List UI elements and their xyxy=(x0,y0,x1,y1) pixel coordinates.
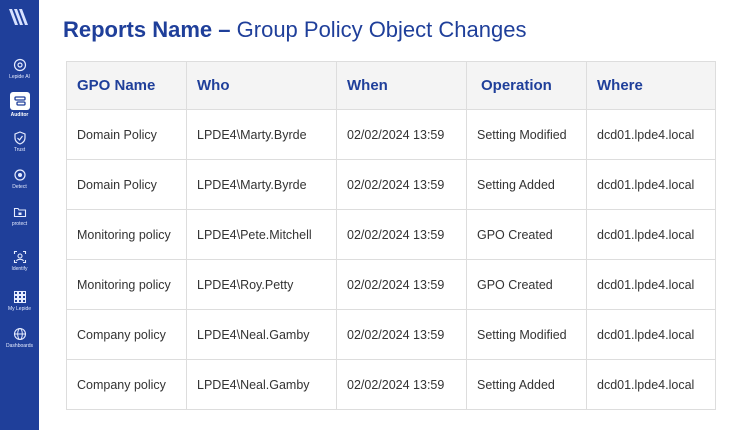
sidebar-item-dashboards[interactable]: Dashboards xyxy=(0,327,39,349)
cell-when: 02/02/2024 13:59 xyxy=(336,359,467,410)
sidebar-item-my-lepide[interactable]: My Lepide xyxy=(0,290,39,312)
cell-when: 02/02/2024 13:59 xyxy=(336,309,467,360)
cell-operation: Setting Added xyxy=(466,359,587,410)
column-header-gpo-name[interactable]: GPO Name xyxy=(66,61,187,110)
shield-icon xyxy=(13,131,26,145)
cell-operation: GPO Created xyxy=(466,259,587,310)
cell-where: dcd01.lpde4.local xyxy=(586,209,716,260)
cell-who: LPDE4\Marty.Byrde xyxy=(186,159,337,210)
cell-when: 02/02/2024 13:59 xyxy=(336,159,467,210)
report-title: Group Policy Object Changes xyxy=(236,17,527,42)
cell-gpo-name: Domain Policy xyxy=(66,159,187,210)
cell-when: 02/02/2024 13:59 xyxy=(336,259,467,310)
sidebar-item-trust[interactable]: Trust xyxy=(0,131,39,153)
globe-icon xyxy=(13,327,26,341)
cell-operation: Setting Added xyxy=(466,159,587,210)
sidebar-item-label: Detect xyxy=(12,184,27,190)
sidebar-item-label: My Lepide xyxy=(7,306,32,312)
ai-icon xyxy=(13,58,26,72)
cell-operation: GPO Created xyxy=(466,209,587,260)
column-header-where[interactable]: Where xyxy=(586,61,716,110)
cell-where: dcd01.lpde4.local xyxy=(586,309,716,360)
cell-who: LPDE4\Pete.Mitchell xyxy=(186,209,337,260)
cell-when: 02/02/2024 13:59 xyxy=(336,109,467,160)
table-header-row: GPO Name Who When Operation Where xyxy=(66,61,716,110)
cell-who: LPDE4\Roy.Petty xyxy=(186,259,337,310)
cell-where: dcd01.lpde4.local xyxy=(586,109,716,160)
cell-gpo-name: Company policy xyxy=(66,359,187,410)
auditor-icon xyxy=(13,96,26,106)
column-header-when[interactable]: When xyxy=(336,61,467,110)
cell-gpo-name: Domain Policy xyxy=(66,109,187,160)
detect-icon xyxy=(13,169,26,181)
cell-where: dcd01.lpde4.local xyxy=(586,359,716,410)
sidebar-item-detect[interactable]: Detect xyxy=(0,168,39,190)
sidebar-item-label: Auditor xyxy=(10,112,29,118)
column-header-operation[interactable]: Operation xyxy=(466,61,587,110)
sidebar: Lepide AI Auditor Trust Detect protect I… xyxy=(0,0,39,430)
table-row[interactable]: Domain Policy LPDE4\Marty.Byrde 02/02/20… xyxy=(66,109,716,160)
table-row[interactable]: Monitoring policy LPDE4\Roy.Petty 02/02/… xyxy=(66,259,716,310)
cell-operation: Setting Modified xyxy=(466,309,587,360)
sidebar-item-label: Identify xyxy=(11,266,28,272)
sidebar-item-protect[interactable]: protect xyxy=(0,205,39,227)
sidebar-item-label: Dashboards xyxy=(6,343,33,349)
cell-gpo-name: Monitoring policy xyxy=(66,259,187,310)
identify-icon xyxy=(13,250,26,264)
sidebar-item-label: protect xyxy=(11,221,28,227)
table-row[interactable]: Monitoring policy LPDE4\Pete.Mitchell 02… xyxy=(66,209,716,260)
table-row[interactable]: Company policy LPDE4\Neal.Gamby 02/02/20… xyxy=(66,309,716,360)
sidebar-item-label: Trust xyxy=(13,147,26,153)
sidebar-item-identify[interactable]: Identify xyxy=(0,250,39,272)
folder-lock-icon xyxy=(13,207,26,218)
grid-icon xyxy=(13,291,26,303)
gpo-changes-table: GPO Name Who When Operation Where Domain… xyxy=(66,61,716,410)
cell-who: LPDE4\Neal.Gamby xyxy=(186,309,337,360)
sidebar-item-auditor[interactable]: Auditor xyxy=(0,92,39,118)
cell-who: LPDE4\Neal.Gamby xyxy=(186,359,337,410)
cell-who: LPDE4\Marty.Byrde xyxy=(186,109,337,160)
report-name-label: Reports Name – xyxy=(63,17,231,42)
table-row[interactable]: Domain Policy LPDE4\Marty.Byrde 02/02/20… xyxy=(66,159,716,210)
cell-where: dcd01.lpde4.local xyxy=(586,159,716,210)
cell-when: 02/02/2024 13:59 xyxy=(336,209,467,260)
sidebar-item-lepide-ai[interactable]: Lepide AI xyxy=(0,58,39,80)
cell-where: dcd01.lpde4.local xyxy=(586,259,716,310)
page-title: Reports Name – Group Policy Object Chang… xyxy=(63,15,526,45)
cell-gpo-name: Company policy xyxy=(66,309,187,360)
table-row[interactable]: Company policy LPDE4\Neal.Gamby 02/02/20… xyxy=(66,359,716,410)
active-indicator xyxy=(9,92,30,110)
cell-gpo-name: Monitoring policy xyxy=(66,209,187,260)
column-header-who[interactable]: Who xyxy=(186,61,337,110)
lepide-logo-icon[interactable] xyxy=(8,7,30,27)
sidebar-item-label: Lepide AI xyxy=(9,74,30,80)
cell-operation: Setting Modified xyxy=(466,109,587,160)
